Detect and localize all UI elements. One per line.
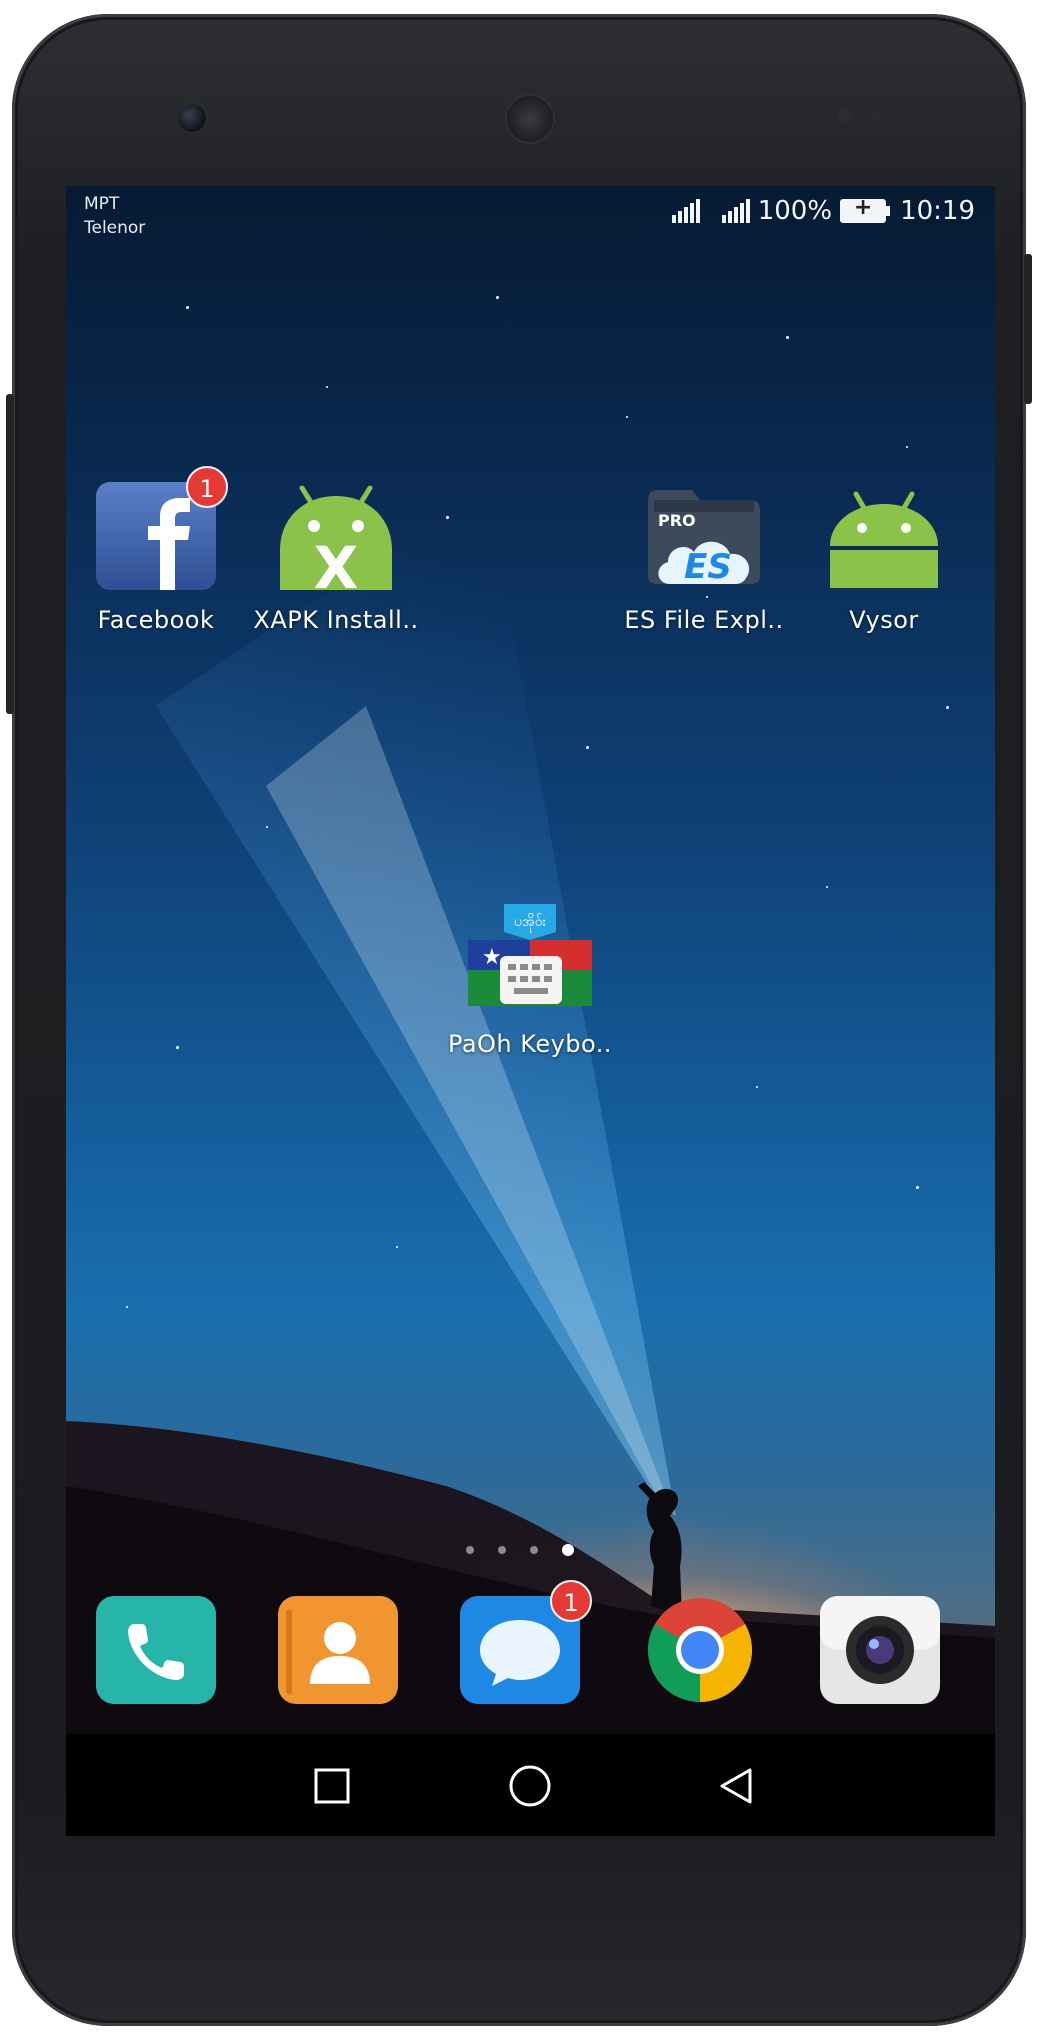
home-screen: MPT Telenor 100% + 10:19 1 Facebook X XA… — [66, 186, 995, 1836]
app-label: Facebook — [97, 606, 215, 634]
status-bar: MPT Telenor 100% + 10:19 — [66, 186, 995, 246]
home-button[interactable] — [500, 1756, 560, 1816]
notification-badge: 1 — [186, 466, 228, 508]
star — [916, 1186, 919, 1189]
star — [906, 446, 908, 448]
app-label: PaOh Keybo.. — [447, 1030, 613, 1058]
dock-camera[interactable] — [818, 1594, 942, 1706]
navigation-bar — [66, 1734, 995, 1836]
contacts-icon — [278, 1596, 398, 1704]
battery-percent: 100% — [757, 196, 833, 226]
page-dot-active[interactable] — [562, 1544, 574, 1556]
camera-icon — [820, 1596, 940, 1704]
xapk-installer-icon: X — [274, 480, 398, 602]
star — [626, 416, 628, 418]
page-indicator[interactable] — [466, 1544, 574, 1556]
app-vysor[interactable]: Vysor — [794, 480, 974, 634]
app-label: ES File Expl.. — [624, 606, 784, 634]
star — [756, 1086, 758, 1088]
svg-text:PRO: PRO — [658, 511, 696, 530]
star — [266, 826, 268, 828]
vysor-icon — [822, 480, 946, 592]
svg-text:★: ★ — [482, 945, 502, 970]
star — [496, 296, 499, 299]
facebook-icon: 1 — [94, 466, 228, 592]
star — [946, 706, 949, 709]
paoh-keyboard-icon: ပအိုဝ်း ★ — [468, 904, 592, 1016]
light-sensor — [872, 110, 882, 120]
dock-phone[interactable] — [94, 1594, 218, 1706]
square-icon — [314, 1768, 350, 1804]
front-camera — [178, 104, 206, 132]
page-dot[interactable] — [498, 1546, 506, 1554]
carrier-2: Telenor — [84, 218, 146, 238]
triangle-back-icon — [720, 1768, 752, 1804]
phone-frame: MPT Telenor 100% + 10:19 1 Facebook X XA… — [6, 14, 1032, 2026]
battery-charging-icon: + — [840, 195, 891, 223]
svg-text:ပအိုဝ်း: ပအိုဝ်း — [514, 914, 547, 932]
recents-button[interactable] — [302, 1756, 362, 1816]
page-dot[interactable] — [466, 1546, 474, 1554]
carrier-1: MPT — [84, 194, 120, 214]
app-es-file-explorer[interactable]: PRO ES ES File Expl.. — [614, 480, 794, 634]
star — [396, 1246, 398, 1248]
proximity-sensor — [838, 108, 852, 122]
app-label: Vysor — [849, 606, 919, 634]
back-button[interactable] — [706, 1756, 766, 1816]
signal-icon — [721, 199, 750, 223]
page-dot[interactable] — [530, 1546, 538, 1554]
notification-badge: 1 — [550, 1580, 592, 1622]
dock-contacts[interactable] — [276, 1594, 400, 1706]
dock-messages[interactable]: 1 — [458, 1580, 592, 1706]
signal-icon — [671, 199, 700, 223]
carrier-names: MPT Telenor — [84, 192, 145, 240]
dock-chrome[interactable] — [638, 1594, 762, 1706]
svg-text:ES: ES — [684, 547, 732, 587]
circle-icon — [509, 1765, 551, 1807]
dock: 1 — [66, 1580, 995, 1714]
star — [176, 1046, 179, 1049]
power-button — [1024, 254, 1032, 404]
earpiece-speaker — [507, 96, 553, 142]
app-xapk-installer[interactable]: X XAPK Install.. — [246, 480, 426, 634]
status-indicators: 100% + 10:19 — [671, 195, 975, 226]
svg-text:X: X — [314, 534, 359, 592]
volume-button — [6, 394, 14, 714]
app-paoh-keyboard[interactable]: ပအိုဝ်း ★ PaOh Keybo.. — [440, 904, 620, 1058]
chrome-icon — [648, 1598, 752, 1702]
star — [326, 386, 328, 388]
app-facebook[interactable]: 1 Facebook — [66, 466, 246, 634]
star — [586, 746, 589, 749]
star — [126, 1306, 128, 1308]
star — [186, 306, 189, 309]
star — [826, 886, 828, 888]
star — [446, 516, 449, 519]
app-label: XAPK Install.. — [253, 606, 419, 634]
star — [786, 336, 789, 339]
es-file-explorer-icon: PRO ES — [642, 480, 766, 592]
phone-dialer-icon — [96, 1596, 216, 1704]
clock: 10:19 — [900, 196, 975, 226]
